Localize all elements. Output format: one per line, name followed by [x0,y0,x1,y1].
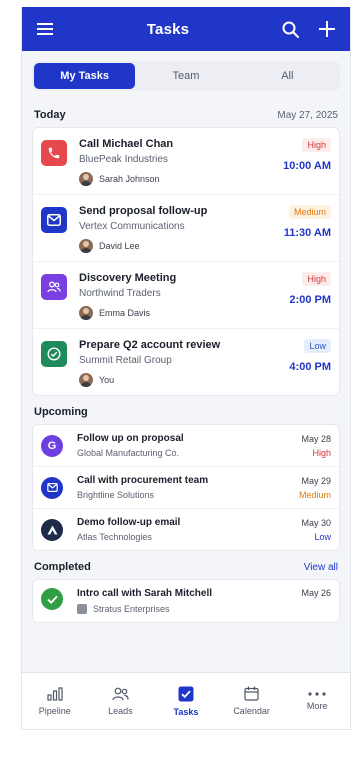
tab-all[interactable]: All [237,63,338,89]
today-label: Today [34,109,66,121]
task-item[interactable]: Send proposal follow-up Vertex Communica… [33,195,339,262]
task-date: May 28 [301,433,331,444]
priority-label: Low [314,531,331,542]
tab-label: Leads [108,705,133,716]
view-all-link[interactable]: View all [304,562,338,573]
mail-icon [41,207,67,233]
tab-more[interactable]: More [284,673,350,729]
task-filter-segmented-control: My Tasks Team All [32,61,340,91]
task-date: May 30 [301,517,331,528]
task-owner: You [99,375,115,385]
task-company: Atlas Technologies [77,532,152,542]
company-logo-icon [77,604,87,614]
task-time: 10:00 AM [283,160,331,172]
priority-badge: High [302,272,331,286]
tab-calendar[interactable]: Calendar [219,673,285,729]
company-avatar: G [41,434,63,457]
task-title: Call Michael Chan [79,138,174,150]
task-owner: Emma Davis [99,308,151,318]
priority-label: High [312,447,331,458]
today-date: May 27, 2025 [277,109,338,121]
more-dots-icon [308,691,326,696]
task-title: Demo follow-up email [77,517,181,528]
priority-badge: Medium [288,205,331,219]
avatar [79,239,93,253]
priority-label: Medium [298,489,331,500]
check-circle-icon [41,341,67,367]
search-icon[interactable] [280,18,302,40]
task-item[interactable]: Discovery Meeting Northwind Traders Emma… [33,262,339,329]
task-time: 11:30 AM [283,227,331,239]
task-company: BluePeak Industries [79,154,168,165]
avatar [79,172,93,186]
list-item[interactable]: G Follow up on proposal Global Manufactu… [33,425,339,467]
calendar-icon [244,686,259,701]
tab-label: Pipeline [38,705,71,716]
task-title: Prepare Q2 account review [79,339,221,351]
task-owner: David Lee [99,241,140,251]
upcoming-task-list: G Follow up on proposal Global Manufactu… [32,424,340,551]
task-company: Stratus Enterprises [93,604,170,614]
plus-icon[interactable] [316,18,338,40]
today-task-list: Call Michael Chan BluePeak Industries Sa… [32,127,340,396]
task-company: Global Manufacturing Co. [77,448,180,458]
upcoming-label: Upcoming [34,406,88,418]
priority-badge: High [302,138,331,152]
task-time: 2:00 PM [289,294,331,306]
page-title: Tasks [146,20,190,38]
list-item[interactable]: Call with procurement team Brightline So… [33,467,339,509]
upcoming-section-header: Upcoming [22,396,350,424]
bar-chart-icon [47,686,63,701]
bottom-tab-bar: Pipeline Leads Tasks Calendar More [22,672,350,729]
tab-tasks[interactable]: Tasks [153,673,219,729]
task-title: Send proposal follow-up [79,205,208,217]
tab-label: More [306,700,328,711]
task-title: Call with procurement team [77,475,209,486]
avatar [79,306,93,320]
task-title: Discovery Meeting [79,272,177,284]
tab-team[interactable]: Team [135,63,236,89]
checkbox-icon [178,686,194,701]
phone-icon [41,140,67,166]
top-app-bar: Tasks [22,7,350,51]
completed-section-header: Completed View all [22,551,350,579]
app-screen: Tasks My Tasks Team All Today May 27, 20… [21,7,351,730]
task-item[interactable]: Prepare Q2 account review Summit Retail … [33,329,339,395]
mail-icon [41,476,63,499]
tab-pipeline[interactable]: Pipeline [22,673,88,729]
task-time: 4:00 PM [289,361,331,373]
task-item[interactable]: Call Michael Chan BluePeak Industries Sa… [33,128,339,195]
list-item[interactable]: Demo follow-up email Atlas Technologies … [33,509,339,550]
task-date: May 26 [301,588,331,598]
task-title: Follow up on proposal [77,433,184,444]
completed-task-list: Intro call with Sarah Mitchell Stratus E… [32,579,340,623]
task-title: Intro call with Sarah Mitchell [77,588,213,599]
tab-leads[interactable]: Leads [88,673,154,729]
tab-my-tasks[interactable]: My Tasks [34,63,136,89]
task-date: May 29 [301,475,331,486]
task-owner: Sarah Johnson [99,174,160,184]
priority-badge: Low [304,339,331,353]
today-section-header: Today May 27, 2025 [22,99,350,127]
people-icon [41,274,67,300]
hamburger-icon[interactable] [34,18,56,40]
tab-label: Tasks [173,706,199,717]
tab-label: Calendar [233,706,270,716]
list-item[interactable]: Intro call with Sarah Mitchell Stratus E… [33,580,339,622]
task-company: Vertex Communications [79,221,185,232]
atlas-logo-icon [41,518,63,541]
task-company: Northwind Traders [79,288,161,299]
check-icon [41,588,63,610]
task-company: Summit Retail Group [79,355,172,366]
task-company: Brightline Solutions [77,490,155,500]
people-icon [112,687,129,700]
completed-label: Completed [34,561,91,573]
avatar [79,373,93,387]
